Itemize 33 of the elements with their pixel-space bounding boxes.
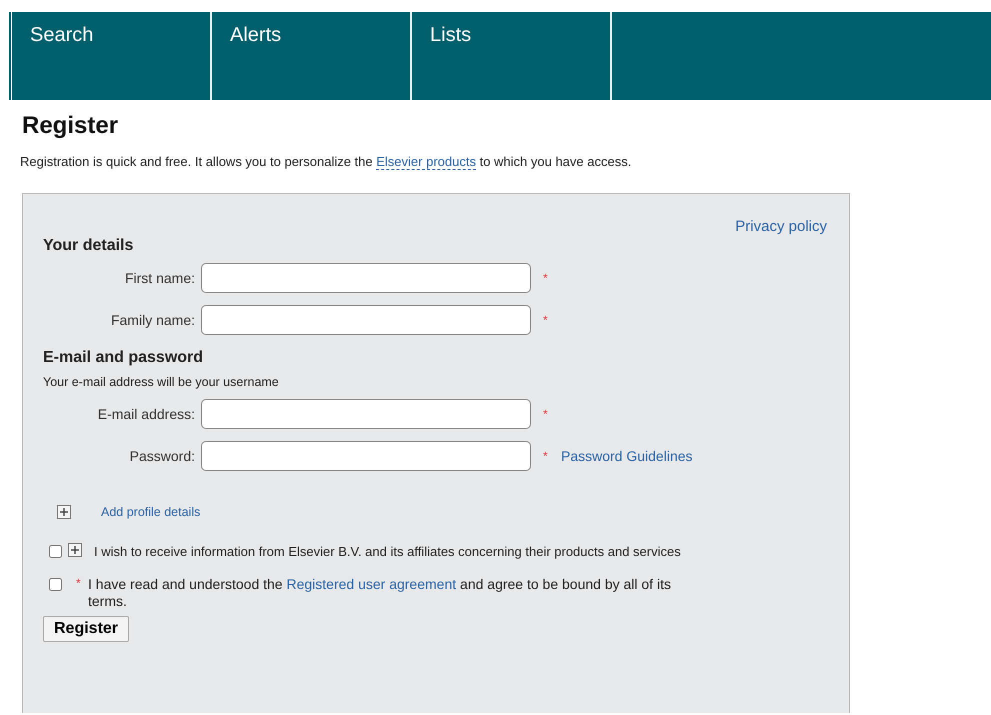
consent-checkbox[interactable] — [49, 545, 62, 558]
required-mark: * — [543, 271, 549, 285]
consent-text: I have read and understood the Registered user agreement and agree to be bound by all of its terms. — [88, 576, 672, 610]
field-label: E-mail address: — [96, 406, 196, 422]
consent-checkbox[interactable] — [49, 578, 62, 591]
agreement-link[interactable]: Registered user agreement — [286, 576, 456, 592]
required-mark: * — [543, 313, 549, 327]
section-heading: E-mail and password — [43, 349, 204, 367]
input-field[interactable] — [201, 399, 531, 429]
intro-text: Registration is quick and free. It allows you to personalize the Elsevier products to which you have access. — [20, 154, 632, 169]
nav-tab[interactable]: Alerts — [212, 12, 412, 100]
register-button[interactable]: Register — [43, 616, 130, 642]
section-note: Your e-mail address will be your username — [43, 375, 280, 389]
input-field[interactable] — [201, 441, 531, 471]
field-label: Family name: — [110, 312, 196, 328]
field-label: Password: — [128, 448, 196, 464]
input-field[interactable] — [201, 305, 531, 335]
expand-button[interactable] — [68, 543, 82, 557]
section-heading: Your details — [43, 237, 134, 255]
expand-button[interactable] — [57, 505, 71, 519]
nav-tab[interactable]: Search — [12, 12, 212, 100]
required-mark: * — [543, 449, 549, 463]
products-link[interactable]: Elsevier products — [376, 154, 476, 170]
input-field[interactable] — [201, 263, 531, 293]
required-mark: * — [76, 576, 82, 590]
guidelines-link[interactable]: Password Guidelines — [561, 448, 693, 464]
nav-tab[interactable]: Lists — [412, 12, 612, 100]
required-mark: * — [543, 407, 549, 421]
profile-link[interactable]: Add profile details — [101, 505, 200, 519]
privacy-link[interactable]: Privacy policy — [735, 218, 827, 235]
consent-text: I wish to receive information from Elsevier B.V. and its affiliates concerning their products and services — [94, 543, 681, 560]
page-title: Register — [22, 112, 120, 140]
field-label: First name: — [124, 270, 196, 286]
